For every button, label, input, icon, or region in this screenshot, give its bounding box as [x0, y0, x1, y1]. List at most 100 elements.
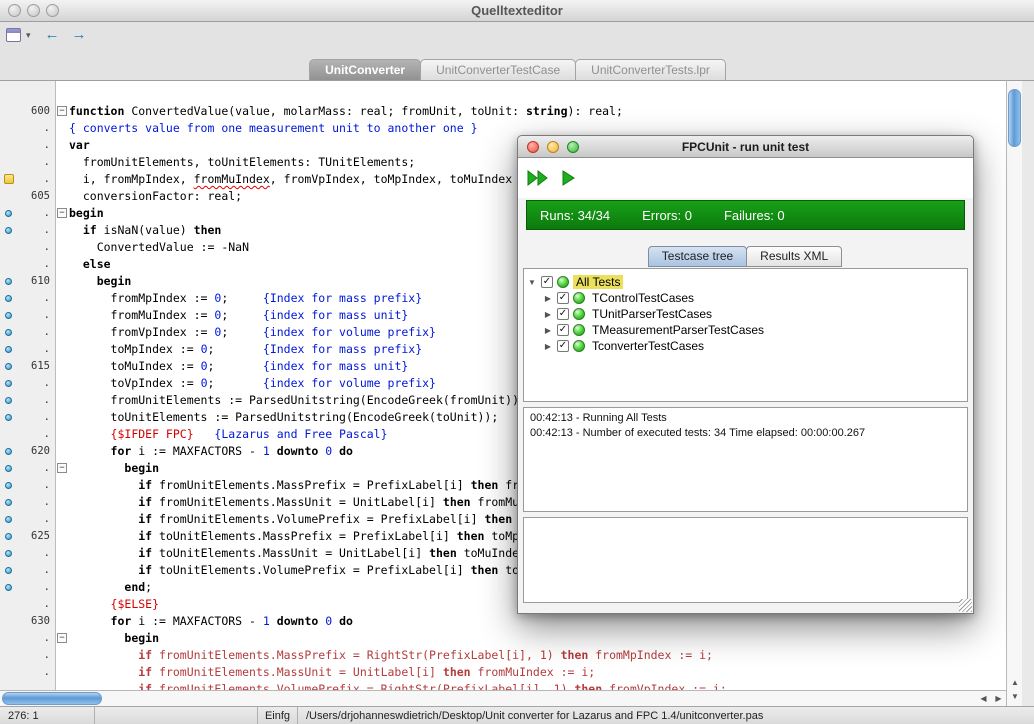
tree-item-label: TMeasurementParserTestCases	[589, 323, 767, 337]
cursor-position: 276: 1	[0, 707, 95, 724]
line-number: 600	[20, 103, 56, 120]
debug-line-dot-icon[interactable]	[0, 477, 20, 494]
expand-triangle-icon[interactable]: ▶	[543, 294, 553, 303]
line-number: .	[20, 494, 56, 511]
zoom-button[interactable]	[567, 141, 579, 153]
close-button[interactable]	[8, 4, 21, 17]
line-number: .	[20, 256, 56, 273]
bookmark-icon[interactable]	[0, 171, 20, 188]
scroll-left-button[interactable]: ◀	[976, 691, 991, 706]
minimize-button[interactable]	[547, 141, 559, 153]
debug-line-dot-icon[interactable]	[0, 443, 20, 460]
tab-unitconverter[interactable]: UnitConverter	[309, 59, 421, 80]
testcase-tree[interactable]: ▼✓All Tests▶✓TControlTestCases▶✓TUnitPar…	[523, 268, 968, 402]
gutter-cell	[0, 681, 20, 690]
fold-toggle-icon[interactable]: −	[56, 205, 69, 222]
minimize-button[interactable]	[27, 4, 40, 17]
code-line-.[interactable]: . if fromUnitElements.VolumePrefix = Rig…	[0, 681, 1006, 690]
debug-line-dot-icon[interactable]	[0, 205, 20, 222]
run-selected-test-button[interactable]	[560, 169, 576, 187]
tree-item-tmeasurementparsertestcases[interactable]: ▶ ✓ TMeasurementParserTestCases	[524, 322, 967, 338]
vertical-scroll-arrows: ▲ ▼	[1007, 676, 1023, 704]
gutter-cell	[0, 426, 20, 443]
scroll-down-button[interactable]: ▼	[1007, 690, 1023, 704]
debug-line-dot-icon[interactable]	[0, 324, 20, 341]
debug-line-dot-icon[interactable]	[0, 273, 20, 290]
code-line-.[interactable]: . if fromUnitElements.MassPrefix = Right…	[0, 647, 1006, 664]
collapse-triangle-icon[interactable]: ▼	[527, 278, 537, 287]
line-number: .	[20, 630, 56, 647]
fold-toggle-icon[interactable]: −	[56, 103, 69, 120]
test-log: 00:42:13 - Running All Tests00:42:13 - N…	[523, 407, 968, 512]
gutter-cell	[0, 613, 20, 630]
debug-line-dot-icon[interactable]	[0, 562, 20, 579]
debug-line-dot-icon[interactable]	[0, 290, 20, 307]
line-number: .	[20, 239, 56, 256]
run-all-tests-button[interactable]	[526, 169, 550, 187]
fold-toggle-icon[interactable]: −	[56, 460, 69, 477]
tree-item-tconvertertestcases[interactable]: ▶✓TconverterTestCases	[524, 338, 967, 354]
fold-gutter	[56, 562, 69, 579]
debug-line-dot-icon[interactable]	[0, 307, 20, 324]
vertical-scrollbar[interactable]: ▲ ▼	[1006, 80, 1022, 706]
fold-gutter	[56, 239, 69, 256]
line-number: 615	[20, 358, 56, 375]
test-checkbox[interactable]: ✓	[557, 340, 569, 352]
gutter-cell	[0, 647, 20, 664]
debug-line-dot-icon[interactable]	[0, 494, 20, 511]
expand-triangle-icon[interactable]: ▶	[543, 342, 553, 351]
tab-unitconvertertests-lpr[interactable]: UnitConverterTests.lpr	[575, 59, 726, 80]
debug-line-dot-icon[interactable]	[0, 375, 20, 392]
fold-gutter	[56, 392, 69, 409]
debug-line-dot-icon[interactable]	[0, 409, 20, 426]
tree-item-all-tests[interactable]: ▼✓All Tests	[524, 274, 967, 290]
jump-back-icon[interactable]: ←	[41, 26, 63, 44]
fold-gutter	[56, 426, 69, 443]
code-line-600[interactable]: 600−function ConvertedValue(value, molar…	[0, 103, 1006, 120]
gutter-cell	[0, 256, 20, 273]
tree-item-tunitparsertestcases[interactable]: ▶✓TUnitParserTestCases	[524, 306, 967, 322]
tab-results-xml[interactable]: Results XML	[746, 246, 842, 267]
tree-item-tcontroltestcases[interactable]: ▶✓TControlTestCases	[524, 290, 967, 306]
scroll-right-button[interactable]: ▶	[991, 691, 1006, 706]
resize-grip[interactable]	[959, 599, 972, 612]
line-number: 625	[20, 528, 56, 545]
vertical-scrollbar-thumb[interactable]	[1008, 89, 1021, 147]
dropdown-caret-icon[interactable]: ▾	[26, 30, 36, 41]
line-number: .	[20, 290, 56, 307]
debug-line-dot-icon[interactable]	[0, 341, 20, 358]
horizontal-scrollbar[interactable]: ◀ ▶	[0, 690, 1006, 706]
expand-triangle-icon[interactable]: ▶	[543, 310, 553, 319]
test-status-icon	[573, 324, 585, 336]
zoom-button[interactable]	[46, 4, 59, 17]
fold-toggle-icon[interactable]: −	[56, 630, 69, 647]
horizontal-scrollbar-thumb[interactable]	[2, 692, 102, 705]
test-checkbox[interactable]: ✓	[557, 324, 569, 336]
code-line-630[interactable]: 630 for i := MAXFACTORS - 1 downto 0 do	[0, 613, 1006, 630]
expand-triangle-icon[interactable]: ▶	[543, 326, 553, 335]
jump-forward-icon[interactable]: →	[68, 26, 90, 44]
debug-line-dot-icon[interactable]	[0, 358, 20, 375]
code-line-.[interactable]: .− begin	[0, 630, 1006, 647]
tab-unitconvertertestcase[interactable]: UnitConverterTestCase	[420, 59, 576, 80]
debug-line-dot-icon[interactable]	[0, 528, 20, 545]
debug-line-dot-icon[interactable]	[0, 222, 20, 239]
line-number: 610	[20, 273, 56, 290]
debug-line-dot-icon[interactable]	[0, 511, 20, 528]
test-checkbox[interactable]: ✓	[557, 292, 569, 304]
code-line-.[interactable]: . if fromUnitElements.MassUnit = UnitLab…	[0, 664, 1006, 681]
debug-line-dot-icon[interactable]	[0, 545, 20, 562]
source-window-icon[interactable]	[6, 28, 21, 42]
fpcunit-title-bar[interactable]: FPCUnit - run unit test	[518, 136, 973, 158]
fold-gutter	[56, 188, 69, 205]
tab-testcase-tree[interactable]: Testcase tree	[648, 246, 747, 267]
debug-line-dot-icon[interactable]	[0, 460, 20, 477]
close-button[interactable]	[527, 141, 539, 153]
line-number: .	[20, 375, 56, 392]
debug-line-dot-icon[interactable]	[0, 392, 20, 409]
scroll-up-button[interactable]: ▲	[1007, 676, 1023, 690]
test-checkbox[interactable]: ✓	[557, 308, 569, 320]
test-checkbox[interactable]: ✓	[541, 276, 553, 288]
log-line: 00:42:13 - Number of executed tests: 34 …	[530, 426, 961, 441]
debug-line-dot-icon[interactable]	[0, 579, 20, 596]
